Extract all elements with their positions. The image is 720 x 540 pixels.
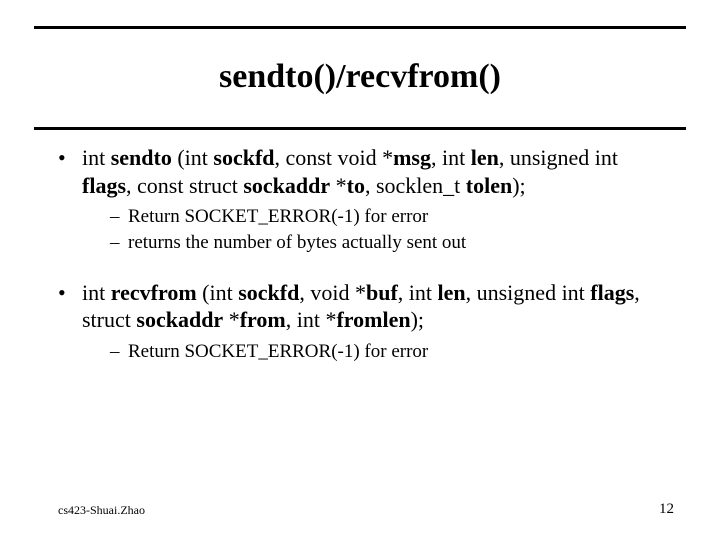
text: , void * [299, 280, 366, 305]
text: Return SOCKET_ERROR(-1) for error [128, 341, 428, 362]
text: , int * [286, 307, 337, 332]
text: buf [366, 280, 398, 305]
text: fromlen [336, 307, 410, 332]
text: msg [393, 145, 431, 170]
text: (int [172, 145, 214, 170]
title-region: sendto()/recvfrom() [34, 26, 686, 130]
text: ); [512, 173, 525, 198]
sub-item: – Return SOCKET_ERROR(-1) for error [110, 205, 662, 229]
text: Return SOCKET_ERROR(-1) for error [128, 206, 428, 227]
footer-author: cs423-Shuai.Zhao [58, 503, 145, 518]
text: (int [197, 280, 239, 305]
text: tolen [466, 173, 512, 198]
text: to [347, 173, 365, 198]
text: returns the number of bytes actually sen… [128, 232, 466, 253]
text: sendto [111, 145, 172, 170]
bullet-icon: • [58, 279, 66, 307]
slide-title: sendto()/recvfrom() [34, 29, 686, 98]
text: recvfrom [111, 280, 197, 305]
footer-page-number: 12 [659, 501, 674, 518]
text: * [330, 173, 347, 198]
text: sockfd [238, 280, 299, 305]
sub-item: – Return SOCKET_ERROR(-1) for error [110, 340, 662, 364]
text: , int [398, 280, 438, 305]
text: ); [411, 307, 424, 332]
sub-item: – returns the number of bytes actually s… [110, 231, 662, 255]
text: flags [590, 280, 634, 305]
slide-body: • int sendto (int sockfd, const void *ms… [58, 144, 662, 369]
text: sockfd [213, 145, 274, 170]
text: , socklen_t [365, 173, 466, 198]
slide: sendto()/recvfrom() • int sendto (int so… [0, 0, 720, 540]
text: int [82, 145, 111, 170]
text: , int [431, 145, 471, 170]
dash-icon: – [110, 231, 120, 255]
text: len [438, 280, 466, 305]
text: sockaddr [243, 173, 330, 198]
bullet-icon: • [58, 144, 66, 172]
bullet-sendto: • int sendto (int sockfd, const void *ms… [58, 144, 662, 255]
text: * [223, 307, 240, 332]
sub-list: – Return SOCKET_ERROR(-1) for error [110, 340, 662, 364]
text: , const void * [275, 145, 394, 170]
text: , const struct [126, 173, 243, 198]
bullet-recvfrom: • int recvfrom (int sockfd, void *buf, i… [58, 279, 662, 364]
text: , unsigned int [499, 145, 618, 170]
spacer [58, 261, 662, 279]
text: from [240, 307, 286, 332]
text: sockaddr [136, 307, 223, 332]
text: int [82, 280, 111, 305]
text: len [471, 145, 499, 170]
text: flags [82, 173, 126, 198]
dash-icon: – [110, 340, 120, 364]
sub-list: – Return SOCKET_ERROR(-1) for error – re… [110, 205, 662, 255]
text: , unsigned int [466, 280, 591, 305]
dash-icon: – [110, 205, 120, 229]
